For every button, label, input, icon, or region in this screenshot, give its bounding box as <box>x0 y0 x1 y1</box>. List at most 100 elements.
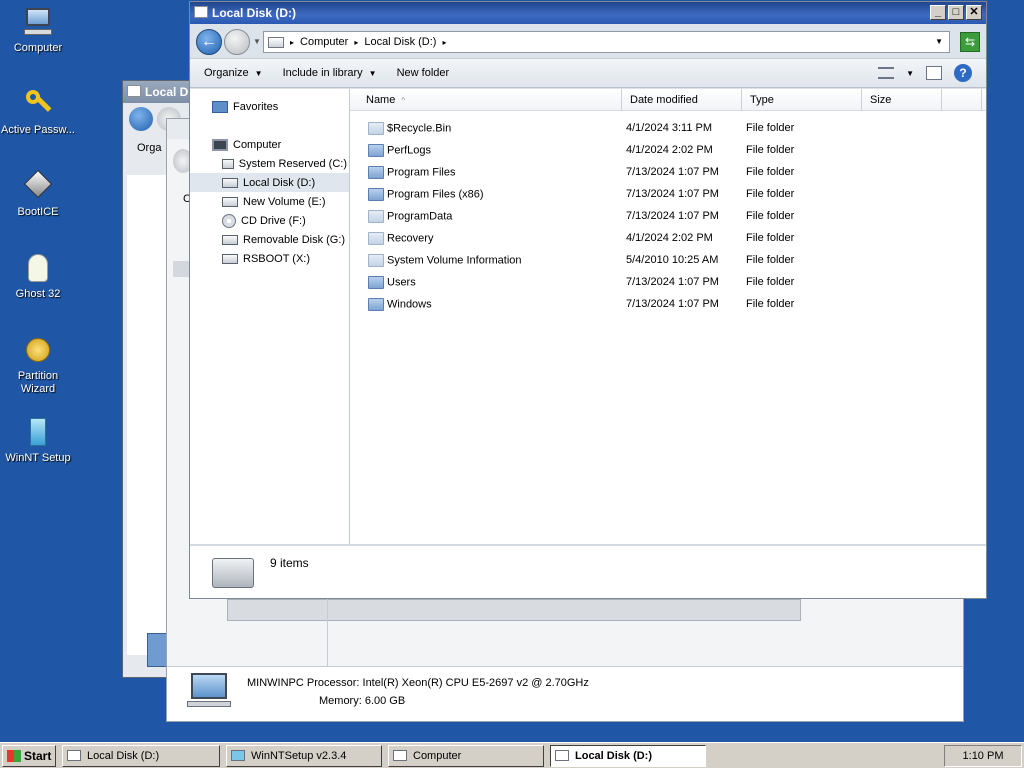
file-date: 5/4/2010 10:25 AM <box>626 254 719 266</box>
nav-item-label: Local Disk (D:) <box>243 176 316 189</box>
start-button[interactable]: Start <box>2 744 56 767</box>
nav-item-removable-disk[interactable]: Removable Disk (G:) <box>190 230 349 249</box>
desktop-icon-label: Ghost 32 <box>15 288 61 300</box>
file-date: 7/13/2024 1:07 PM <box>626 210 719 222</box>
desktop-icon-label: Active Passw... <box>1 124 75 136</box>
windows-logo-icon <box>7 749 21 762</box>
desktop-icon-winnt-setup[interactable]: WinNT Setup <box>0 416 76 465</box>
computer-icon <box>22 6 54 38</box>
folder-icon <box>368 143 384 157</box>
column-header-label: Size <box>870 94 892 106</box>
clock[interactable]: 1:10 PM <box>944 745 1022 767</box>
nav-item-new-volume[interactable]: New Volume (E:) <box>190 192 349 211</box>
taskbar-button-computer[interactable]: Computer <box>388 744 544 767</box>
system-info-panel: MINWINPC Processor: Intel(R) Xeon(R) CPU… <box>167 666 963 721</box>
breadcrumb-local-disk[interactable]: Local Disk (D:) <box>364 36 436 48</box>
chevron-down-icon: ▼ <box>368 68 377 78</box>
nav-item-cd-drive[interactable]: CD Drive (F:) <box>190 211 349 230</box>
desktop-icon-active-password[interactable]: Active Passw... <box>0 88 76 137</box>
refresh-button[interactable]: ⇆ <box>960 32 980 52</box>
breadcrumb-chevron-icon[interactable]: ▸ <box>290 38 294 47</box>
column-header-size[interactable]: Size <box>862 89 942 111</box>
column-header-type[interactable]: Type <box>742 89 862 111</box>
taskbar-button-local-disk-active[interactable]: Local Disk (D:) <box>550 744 706 767</box>
nav-item-system-reserved[interactable]: System Reserved (C:) <box>190 154 349 173</box>
file-rows: $Recycle.Bin 4/1/2024 3:11 PM File folder P… <box>350 111 986 315</box>
folder-icon <box>368 253 384 267</box>
details-pane: 9 items <box>190 544 986 598</box>
file-type: File folder <box>746 188 795 200</box>
window-icon <box>127 85 141 97</box>
recent-pages-dropdown[interactable]: ▼ <box>253 37 261 46</box>
new-folder-button[interactable]: New folder <box>397 67 450 79</box>
view-options-dropdown[interactable]: ▼ <box>906 69 914 78</box>
address-dropdown-icon[interactable]: ▼ <box>935 37 943 46</box>
system-info-line1: MINWINPC Processor: Intel(R) Xeon(R) CPU… <box>247 677 589 689</box>
file-name: Users <box>387 275 416 288</box>
taskbar-button-local-disk[interactable]: Local Disk (D:) <box>62 744 220 767</box>
nav-item-label: Removable Disk (G:) <box>243 233 346 246</box>
maximize-button[interactable]: □ <box>948 5 964 20</box>
nav-item-favorites[interactable]: Favorites <box>190 97 349 116</box>
file-date: 7/13/2024 1:07 PM <box>626 298 719 310</box>
address-bar[interactable]: ▸ Computer ▸ Local Disk (D:) ▸ ▼ <box>263 31 950 53</box>
table-row[interactable]: $Recycle.Bin 4/1/2024 3:11 PM File folder <box>350 117 986 139</box>
file-name: Program Files <box>387 165 456 178</box>
column-header-name[interactable]: Name ^ <box>350 89 622 111</box>
include-in-library-menu[interactable]: Include in library ▼ <box>283 67 377 79</box>
nav-item-label: System Reserved (C:) <box>238 157 347 170</box>
file-date: 4/1/2024 2:02 PM <box>626 144 713 156</box>
table-row[interactable]: System Volume Information 5/4/2010 10:25 … <box>350 249 986 271</box>
start-label: Start <box>24 748 52 763</box>
nav-item-local-disk-d[interactable]: Local Disk (D:) <box>190 173 349 192</box>
breadcrumb-computer[interactable]: Computer <box>300 36 348 48</box>
forward-button[interactable] <box>224 29 250 55</box>
nav-item-rsboot[interactable]: RSBOOT (X:) <box>190 249 349 268</box>
file-name-cell: PerfLogs <box>350 143 622 157</box>
nav-item-computer[interactable]: Computer <box>190 135 349 154</box>
file-list: Name ^ Date modified Type Size $Recycle.B… <box>350 89 986 544</box>
desktop-icon-ghost[interactable]: Ghost 32 <box>0 252 76 301</box>
column-header-extra[interactable] <box>942 89 982 111</box>
nav-item-label: CD Drive (F:) <box>241 214 306 227</box>
folder-icon <box>368 165 384 179</box>
window-title: Local D <box>145 85 189 99</box>
back-button[interactable]: ← <box>196 29 222 55</box>
minimize-button[interactable]: _ <box>930 5 946 20</box>
desktop-icon-computer[interactable]: Computer <box>0 6 76 55</box>
taskbar-button-winntsetup[interactable]: WinNTSetup v2.3.4 <box>226 744 382 767</box>
cd-icon <box>222 213 236 228</box>
taskbar-button-label: Local Disk (D:) <box>575 749 653 762</box>
file-type: File folder <box>746 276 795 288</box>
help-icon[interactable]: ? <box>954 64 972 82</box>
bootice-icon <box>22 169 54 202</box>
explorer-window-local-disk[interactable]: Local Disk (D:) _ □ ✕ ← ▼ ▸ Computer ▸ L… <box>189 1 987 599</box>
computer-icon <box>212 138 228 151</box>
explorer-icon <box>67 750 81 761</box>
title-bar[interactable]: Local Disk (D:) _ □ ✕ <box>190 2 986 24</box>
organize-menu[interactable]: Organize ▼ <box>204 67 263 79</box>
column-header-date-modified[interactable]: Date modified <box>622 89 742 111</box>
table-row[interactable]: ProgramData 7/13/2024 1:07 PM File folder <box>350 205 986 227</box>
back-arrow-icon[interactable] <box>129 107 153 131</box>
table-row[interactable]: Recovery 4/1/2024 2:02 PM File folder <box>350 227 986 249</box>
table-row[interactable]: Program Files (x86) 7/13/2024 1:07 PM File… <box>350 183 986 205</box>
desktop-icon-bootice[interactable]: BootICE <box>0 169 76 219</box>
item-count: 9 items <box>270 556 309 570</box>
file-type: File folder <box>746 254 795 266</box>
key-icon <box>22 88 54 120</box>
table-row[interactable]: PerfLogs 4/1/2024 2:02 PM File folder <box>350 139 986 161</box>
desktop-icon-partition-wizard[interactable]: Partition Wizard <box>0 334 76 396</box>
table-row[interactable]: Windows 7/13/2024 1:07 PM File folder <box>350 293 986 315</box>
file-name: ProgramData <box>387 209 453 222</box>
table-row[interactable]: Program Files 7/13/2024 1:07 PM File folde… <box>350 161 986 183</box>
close-button[interactable]: ✕ <box>966 5 982 20</box>
breadcrumb-chevron-icon[interactable]: ▸ <box>442 38 446 47</box>
change-view-icon[interactable] <box>878 67 895 79</box>
preview-pane-icon[interactable] <box>926 66 942 80</box>
file-name: System Volume Information <box>387 253 522 266</box>
breadcrumb-chevron-icon[interactable]: ▸ <box>354 38 358 47</box>
folder-icon <box>368 187 384 201</box>
column-header-label: Date modified <box>630 94 698 106</box>
table-row[interactable]: Users 7/13/2024 1:07 PM File folder <box>350 271 986 293</box>
